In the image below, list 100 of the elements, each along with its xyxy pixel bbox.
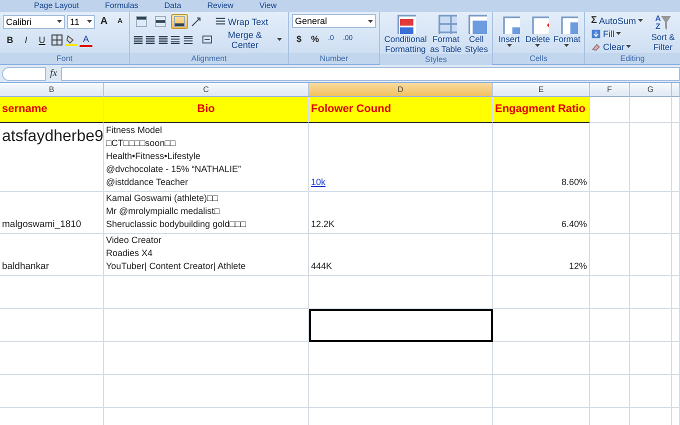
grow-font-button[interactable]: A	[97, 14, 111, 29]
wrap-text-button[interactable]: Wrap Text	[212, 14, 272, 29]
styles-button[interactable]: Conditional Formatting	[382, 14, 428, 54]
table-cell: Kamal Goswami (athlete)□□ Mr @mrolympiallc medalist□ Sheruclassic bodybuilding gold□□□	[104, 192, 309, 234]
ribbon-tab[interactable]: Data	[164, 1, 182, 11]
cells-button[interactable]: Delete	[524, 14, 551, 53]
cells-button[interactable]: Insert	[496, 14, 522, 53]
table-cell: 12%	[493, 234, 590, 276]
table-cell	[590, 276, 630, 309]
link[interactable]: 10k	[311, 176, 490, 189]
vertical-align-button[interactable]	[152, 14, 169, 29]
cell-text: 444K	[311, 260, 334, 273]
table-cell	[590, 123, 630, 192]
editing-button[interactable]: Σ AutoSum	[588, 14, 646, 27]
cell-text: 12.2K	[311, 218, 336, 231]
caret-icon	[276, 38, 282, 41]
header-cell: sername	[0, 97, 104, 123]
italic-button[interactable]: I	[19, 32, 33, 47]
group-label: Number	[288, 53, 379, 64]
sigma-icon: Σ	[590, 15, 597, 26]
group-label: Styles	[380, 54, 492, 65]
table-cell: 6.40%	[493, 192, 590, 234]
group-label: Font	[0, 53, 129, 64]
formula-label: fx	[50, 68, 58, 79]
vertical-align-button[interactable]	[133, 14, 150, 29]
table-cell[interactable]	[309, 375, 493, 408]
caret-icon	[564, 44, 570, 47]
caret-icon	[87, 20, 92, 23]
merge-icon	[202, 34, 213, 45]
table-cell	[590, 192, 630, 234]
table-cell: baldhankar	[0, 234, 104, 276]
editing-button[interactable]: Fill	[588, 27, 646, 40]
table-cell	[630, 375, 672, 408]
table-cell	[630, 234, 672, 276]
ribbon-tab[interactable]: Review	[207, 1, 234, 11]
align-lines-icon	[145, 34, 156, 45]
ribbon-tab[interactable]: Page Layout	[34, 1, 79, 11]
table-cell	[590, 234, 630, 276]
font-family-field[interactable]: Calibri	[3, 14, 65, 28]
table-cell: Video Creator Roadies X4 YouTuber| Content Creator| Athlete	[104, 234, 309, 276]
ribbon-tab[interactable]: View	[259, 1, 277, 11]
column-header[interactable]: E	[493, 83, 590, 97]
group-label: Alignment	[130, 53, 288, 64]
table-cell	[630, 97, 672, 123]
table-cell[interactable]	[309, 276, 493, 309]
table-cell	[590, 309, 630, 342]
table-cell: atsfaydherbe9	[0, 123, 104, 192]
caret-icon	[368, 20, 373, 22]
align-icon	[136, 16, 147, 27]
header-cell: Folower Cound	[309, 97, 493, 123]
column-header[interactable]: G	[630, 83, 672, 97]
number-format-field[interactable]: General	[292, 14, 376, 28]
table-cell[interactable]	[309, 342, 493, 375]
sort-filter-button[interactable]: A Z Sort & Filter	[649, 14, 677, 53]
indent-icon	[170, 34, 181, 45]
column-header[interactable]: F	[590, 83, 630, 97]
header-cell: Bio	[104, 97, 309, 123]
table-cell	[590, 375, 630, 408]
font-size-field[interactable]: 11	[67, 14, 95, 28]
table-cell	[630, 309, 672, 342]
align-lines-icon	[158, 34, 168, 45]
caret-icon	[506, 44, 512, 47]
table-cell	[630, 192, 672, 234]
styles-button[interactable]: Cell Styles	[464, 14, 489, 54]
group-label: Editing	[584, 53, 680, 64]
editing-button[interactable]: Clear	[588, 40, 646, 53]
wrap-text-icon	[215, 16, 226, 27]
caret-icon	[535, 44, 540, 47]
align-icon	[155, 16, 166, 27]
table-cell	[630, 342, 672, 375]
vertical-align-button[interactable]	[171, 14, 188, 29]
borders-icon	[51, 34, 63, 46]
table-cell	[630, 123, 672, 192]
orientation-icon	[190, 16, 202, 28]
font-color-button[interactable]: A	[79, 32, 93, 47]
name-box[interactable]	[2, 66, 46, 80]
bold-button[interactable]: B	[3, 32, 17, 47]
table-cell: 8.60%	[493, 123, 590, 192]
formula-input[interactable]	[61, 66, 680, 80]
number-format-button[interactable]: %	[308, 31, 322, 46]
column-header[interactable]: C	[104, 83, 309, 97]
table-cell	[590, 342, 630, 375]
column-header[interactable]: B	[0, 83, 104, 97]
cells-button[interactable]: Format	[552, 14, 581, 53]
caret-icon	[57, 20, 62, 23]
caret-icon	[626, 45, 632, 48]
column-header[interactable]: D	[309, 83, 493, 97]
indent-icon	[182, 34, 194, 45]
ribbon-tab[interactable]: Formulas	[104, 1, 138, 11]
caret-icon	[638, 19, 643, 22]
table-cell	[630, 276, 672, 309]
merge-center-button[interactable]: Merge & Center	[199, 32, 285, 47]
group-label: Cells	[492, 53, 584, 64]
table-cell	[590, 97, 630, 123]
column-header[interactable]	[672, 83, 680, 97]
underline-button[interactable]: U	[35, 32, 49, 47]
number-format-button[interactable]: $	[292, 31, 306, 46]
header-cell: Engagment Ratio	[493, 97, 590, 123]
active-cell[interactable]	[309, 309, 493, 342]
align-icon	[174, 16, 185, 27]
